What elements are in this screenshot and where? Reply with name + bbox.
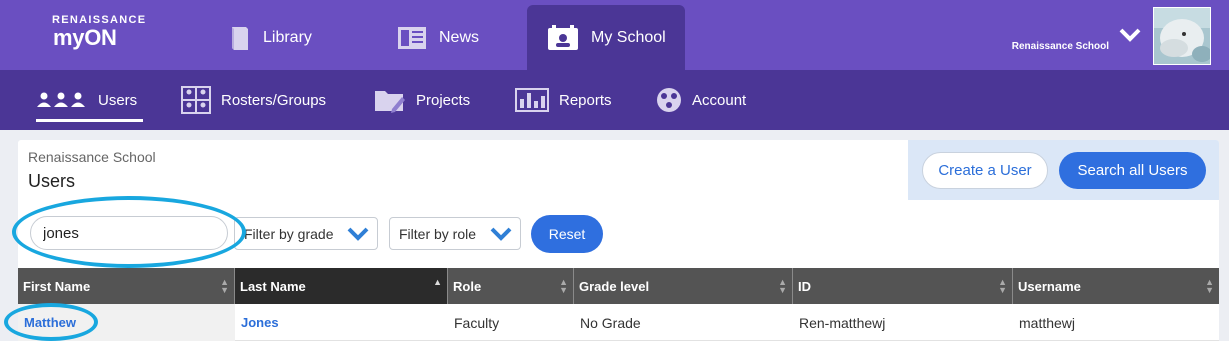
page-title: Users	[28, 171, 76, 191]
chevron-down-icon	[347, 227, 369, 241]
column-label: Username	[1018, 278, 1081, 294]
filter-by-grade-select[interactable]: Filter by grade	[234, 217, 378, 250]
book-icon	[232, 26, 248, 50]
chevron-down-icon[interactable]	[1119, 25, 1141, 45]
cell-id: Ren-matthewj	[799, 314, 886, 331]
column-label: ID	[798, 278, 811, 294]
logo-myon: myON	[53, 25, 117, 50]
users-icon	[37, 92, 85, 107]
sort-icon: ▲ ▼	[778, 277, 787, 295]
column-grade-level[interactable]: Grade level ▲ ▼	[574, 268, 793, 304]
newspaper-icon	[398, 26, 426, 49]
search-input[interactable]	[30, 216, 228, 250]
nav-my-school-label: My School	[591, 28, 666, 46]
users-panel: Renaissance School Users Create a User S…	[18, 140, 1219, 341]
nav-library[interactable]: Library	[229, 5, 312, 70]
cell-grade: No Grade	[580, 314, 641, 331]
column-role[interactable]: Role ▲ ▼	[448, 268, 574, 304]
subnav-reports[interactable]: Reports	[515, 70, 612, 130]
nav-news-label: News	[439, 28, 480, 46]
reports-icon	[515, 88, 549, 112]
myon-logo[interactable]: RENAISSANCE myON	[52, 14, 146, 49]
subnav-users[interactable]: Users	[36, 70, 143, 130]
sort-icon: ▲ ▼	[1205, 277, 1214, 295]
column-label: Role	[453, 278, 482, 294]
chevron-down-icon	[490, 227, 512, 241]
subnav-projects-label: Projects	[416, 91, 471, 109]
sort-icon: ▲ ▼	[220, 277, 229, 295]
subnav-projects[interactable]: Projects	[374, 70, 470, 130]
sort-icon: ▲ ▼	[559, 277, 568, 295]
subnav-account-label: Account	[692, 91, 747, 109]
account-icon	[657, 88, 681, 112]
cell-first-name[interactable]: Matthew	[18, 304, 235, 341]
sub-navigation: Users Rosters/Groups Projects Reports Ac…	[0, 70, 1229, 130]
reset-button[interactable]: Reset	[531, 215, 603, 253]
cell-last-name[interactable]: Jones	[235, 304, 448, 341]
sort-icon: ▲ ▼	[998, 277, 1007, 295]
school-icon	[548, 24, 578, 50]
column-label: Grade level	[579, 278, 650, 294]
active-tab-underline	[36, 119, 143, 122]
subnav-reports-label: Reports	[559, 91, 612, 109]
cell-username: matthewj	[1019, 314, 1076, 331]
column-username[interactable]: Username ▲ ▼	[1013, 268, 1219, 304]
breadcrumb[interactable]: Renaissance School	[28, 149, 156, 165]
column-first-name[interactable]: First Name ▲ ▼	[18, 268, 235, 304]
subnav-users-label: Users	[98, 91, 138, 109]
cell-role: Faculty	[454, 314, 500, 331]
table-row: Matthew Jones Faculty No Grade Ren-matth…	[18, 304, 1219, 341]
filter-by-role-select[interactable]: Filter by role	[389, 217, 521, 250]
roster-icon	[181, 86, 211, 114]
subnav-account[interactable]: Account	[656, 70, 746, 130]
filter-grade-label: Filter by grade	[244, 225, 334, 242]
nav-library-label: Library	[263, 28, 312, 46]
filter-role-label: Filter by role	[399, 225, 477, 242]
nav-news[interactable]: News	[397, 5, 479, 70]
table-header: First Name ▲ ▼ Last Name ▲ Role ▲ ▼ Grade …	[18, 268, 1219, 304]
column-label: First Name	[23, 278, 91, 294]
column-id[interactable]: ID ▲ ▼	[793, 268, 1013, 304]
subnav-rosters-groups[interactable]: Rosters/Groups	[181, 70, 326, 130]
folder-icon	[375, 91, 405, 113]
dolphin-avatar-image	[1154, 8, 1210, 64]
subnav-rosters-label: Rosters/Groups	[221, 91, 327, 109]
search-all-users-button[interactable]: Search all Users	[1059, 152, 1206, 189]
school-name[interactable]: Renaissance School	[1012, 41, 1109, 52]
sort-ascending-icon: ▲	[433, 277, 442, 287]
avatar[interactable]	[1153, 7, 1211, 65]
nav-my-school[interactable]: My School	[527, 5, 685, 70]
top-navigation: RENAISSANCE myON Library News My School …	[0, 0, 1229, 70]
create-user-button[interactable]: Create a User	[922, 152, 1048, 189]
column-last-name[interactable]: Last Name ▲	[235, 268, 448, 304]
column-label: Last Name	[240, 278, 306, 294]
